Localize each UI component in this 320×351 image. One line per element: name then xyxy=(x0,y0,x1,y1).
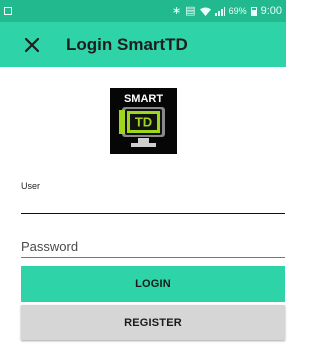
logo-screen-text: TD xyxy=(135,115,152,130)
battery-percent: 69% xyxy=(228,6,247,16)
app-bar: Login SmartTD xyxy=(0,22,286,67)
status-time: 9:00 xyxy=(260,5,282,17)
register-button[interactable]: REGISTER xyxy=(21,305,285,340)
status-bar: ∗ ▤ 69% 9:00 xyxy=(0,0,286,22)
page-title: Login SmartTD xyxy=(66,34,188,54)
logo-graphic: SMART TD xyxy=(110,88,177,154)
smarttd-logo: SMART TD xyxy=(110,88,177,154)
user-input[interactable] xyxy=(21,192,285,214)
bluetooth-icon: ∗ xyxy=(171,4,182,17)
vibrate-icon: ▤ xyxy=(185,4,196,17)
password-input[interactable] xyxy=(21,236,285,258)
close-icon xyxy=(25,37,39,52)
notification-box-icon xyxy=(4,7,12,15)
close-button[interactable] xyxy=(14,27,50,63)
battery-icon xyxy=(250,6,257,16)
user-label: User xyxy=(21,181,41,191)
signal-icon xyxy=(214,6,225,16)
wifi-icon xyxy=(199,7,211,16)
login-button[interactable]: LOGIN xyxy=(21,266,285,302)
logo-top-text: SMART xyxy=(124,93,163,105)
